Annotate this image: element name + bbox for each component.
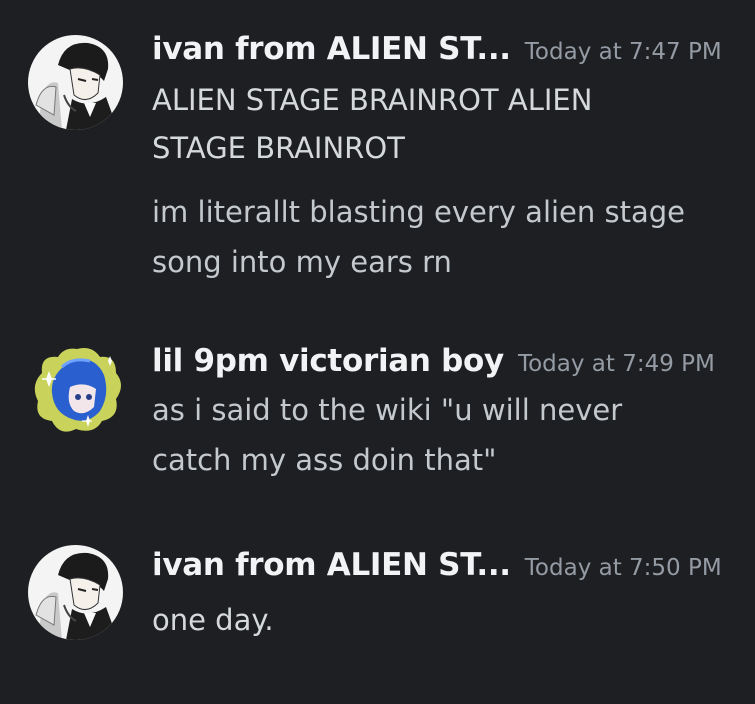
- username[interactable]: ivan from ALIEN ST...: [152, 31, 511, 67]
- message-text: STAGE BRAINROT: [152, 131, 405, 165]
- username[interactable]: ivan from ALIEN ST...: [152, 547, 511, 583]
- message-header: ivan from ALIEN ST... Today at 7:50 PM: [152, 547, 722, 583]
- timestamp: Today at 7:50 PM: [524, 555, 722, 581]
- anime-boy-avatar-icon[interactable]: [28, 545, 123, 640]
- username[interactable]: lil 9pm victorian boy: [152, 343, 504, 379]
- blue-hair-avatar-icon[interactable]: [32, 345, 122, 435]
- message-text: as i said to the wiki "u will never: [152, 393, 623, 427]
- timestamp: Today at 7:47 PM: [524, 39, 722, 65]
- message-header: ivan from ALIEN ST... Today at 7:47 PM: [152, 31, 722, 67]
- chat-message-list: ivan from ALIEN ST... Today at 7:47 PM AL…: [0, 0, 755, 704]
- message-text: catch my ass doin that": [152, 443, 497, 477]
- timestamp: Today at 7:49 PM: [517, 351, 715, 377]
- message-text: ALIEN STAGE BRAINROT ALIEN: [152, 83, 593, 117]
- message-header: lil 9pm victorian boy Today at 7:49 PM: [152, 343, 715, 379]
- anime-boy-avatar-icon[interactable]: [28, 35, 123, 130]
- message-text: im literallt blasting every alien stage: [152, 195, 686, 229]
- message-text: song into my ears rn: [152, 245, 452, 279]
- message-text: one day.: [152, 603, 274, 637]
